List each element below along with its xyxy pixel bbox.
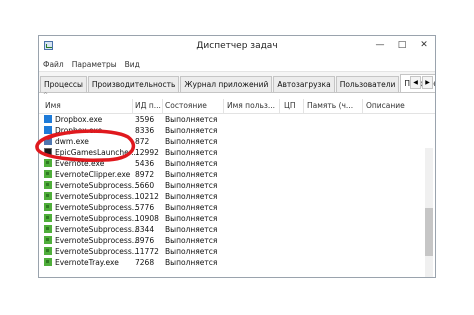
process-pid: 7268	[135, 258, 155, 267]
process-row[interactable]: Dropbox.exe 3596 Выполняется	[39, 114, 435, 125]
process-pid: 872	[135, 137, 150, 146]
process-row[interactable]: EvernoteSubprocess.... 8344 Выполняется	[39, 224, 435, 235]
column-header-pid[interactable]: ИД п...	[135, 101, 163, 110]
process-status: Выполняется	[165, 181, 218, 190]
dwm-icon	[44, 137, 52, 145]
column-header-name[interactable]: Имя	[45, 101, 125, 110]
tab-scroll-right-button[interactable]: ▶	[422, 76, 433, 89]
column-header-cpu[interactable]: ЦП	[284, 101, 304, 110]
tab-strip: Процессы Производительность Журнал прило…	[39, 72, 435, 93]
tab-performance[interactable]: Производительность	[87, 76, 180, 92]
title-bar: Диспетчер задач — □ ✕	[39, 36, 435, 57]
process-status: Выполняется	[165, 148, 218, 157]
evernote-icon	[44, 236, 52, 244]
process-name: dwm.exe	[55, 137, 89, 146]
process-name: EvernoteClipper.exe	[55, 170, 131, 179]
process-name: EvernoteSubprocess....	[55, 236, 139, 245]
maximize-button[interactable]: □	[391, 36, 413, 54]
column-header: Имя ИД п... Состояние Имя польз... ЦП Па…	[39, 99, 435, 114]
process-name: Dropbox.exe	[55, 115, 103, 124]
evernote-icon	[44, 192, 52, 200]
process-pid: 12992	[135, 148, 159, 157]
evernote-icon	[44, 203, 52, 211]
process-row[interactable]: EvernoteSubprocess.... 11772 Выполняется	[39, 246, 435, 257]
process-name: Evernote.exe	[55, 159, 105, 168]
evernote-icon	[44, 159, 52, 167]
process-status: Выполняется	[165, 258, 218, 267]
menu-file[interactable]: Файл	[43, 60, 64, 69]
process-name: EvernoteSubprocess....	[55, 203, 139, 212]
evernote-icon	[44, 247, 52, 255]
process-row[interactable]: EvernoteClipper.exe 8972 Выполняется	[39, 169, 435, 180]
process-name: EvernoteSubprocess....	[55, 214, 139, 223]
process-status: Выполняется	[165, 225, 218, 234]
process-status: Выполняется	[165, 115, 218, 124]
process-name: Dropbox.exe	[55, 126, 103, 135]
vertical-scrollbar[interactable]	[425, 148, 433, 277]
column-header-memory[interactable]: Память (ч...	[307, 101, 357, 110]
process-name: EvernoteSubprocess....	[55, 247, 139, 256]
process-row[interactable]: Dropbox.exe 8336 Выполняется	[39, 125, 435, 136]
process-pid: 8336	[135, 126, 155, 135]
process-name: EpicGamesLauncher...	[55, 148, 139, 157]
process-row[interactable]: EvernoteSubprocess.... 8976 Выполняется	[39, 235, 435, 246]
process-pid: 8344	[135, 225, 155, 234]
process-pid: 5776	[135, 203, 155, 212]
menu-bar: Файл Параметры Вид	[39, 57, 435, 72]
process-row[interactable]: Evernote.exe 5436 Выполняется	[39, 158, 435, 169]
process-name: EvernoteSubprocess....	[55, 225, 139, 234]
process-status: Выполняется	[165, 214, 218, 223]
process-pid: 8972	[135, 170, 155, 179]
process-pid: 5436	[135, 159, 155, 168]
process-pid: 8976	[135, 236, 155, 245]
process-status: Выполняется	[165, 247, 218, 256]
process-status: Выполняется	[165, 137, 218, 146]
epic-games-icon	[44, 148, 52, 156]
minimize-button[interactable]: —	[369, 36, 391, 54]
column-header-user[interactable]: Имя польз...	[227, 101, 277, 110]
process-pid: 10908	[135, 214, 159, 223]
tab-app-history[interactable]: Журнал приложений	[180, 76, 273, 92]
evernote-icon	[44, 181, 52, 189]
process-list: Dropbox.exe 3596 Выполняется Dropbox.exe 833…	[39, 114, 435, 268]
scrollbar-thumb[interactable]	[425, 208, 433, 256]
process-pid: 10212	[135, 192, 159, 201]
dropbox-icon	[44, 126, 52, 134]
tab-processes[interactable]: Процессы	[40, 76, 87, 92]
process-name: EvernoteTray.exe	[55, 258, 119, 267]
column-header-status[interactable]: Состояние	[165, 101, 221, 110]
process-status: Выполняется	[165, 126, 218, 135]
process-status: Выполняется	[165, 203, 218, 212]
tab-scroll-left-button[interactable]: ◀	[410, 76, 421, 89]
process-status: Выполняется	[165, 170, 218, 179]
task-manager-window: Диспетчер задач — □ ✕ Файл Параметры Вид…	[38, 35, 436, 278]
evernote-icon	[44, 225, 52, 233]
tab-startup[interactable]: Автозагрузка	[273, 76, 335, 92]
column-header-description[interactable]: Описание	[366, 101, 421, 110]
dropbox-icon	[44, 115, 52, 123]
process-row[interactable]: EvernoteSubprocess.... 5776 Выполняется	[39, 202, 435, 213]
evernote-icon	[44, 170, 52, 178]
close-button[interactable]: ✕	[413, 36, 435, 54]
process-row[interactable]: EvernoteSubprocess.... 10908 Выполняется	[39, 213, 435, 224]
process-row[interactable]: EvernoteSubprocess.... 10212 Выполняется	[39, 191, 435, 202]
process-name: EvernoteSubprocess....	[55, 181, 139, 190]
menu-view[interactable]: Вид	[125, 60, 140, 69]
process-row[interactable]: EvernoteSubprocess.... 5660 Выполняется	[39, 180, 435, 191]
menu-options[interactable]: Параметры	[72, 60, 117, 69]
process-pid: 5660	[135, 181, 155, 190]
process-name: EvernoteSubprocess....	[55, 192, 139, 201]
process-row[interactable]: EvernoteTray.exe 7268 Выполняется	[39, 257, 435, 268]
process-status: Выполняется	[165, 159, 218, 168]
process-pid: 11772	[135, 247, 159, 256]
evernote-icon	[44, 214, 52, 222]
process-status: Выполняется	[165, 192, 218, 201]
process-row[interactable]: EpicGamesLauncher... 12992 Выполняется	[39, 147, 435, 158]
process-row[interactable]: dwm.exe 872 Выполняется	[39, 136, 435, 147]
tab-users[interactable]: Пользователи	[335, 76, 400, 92]
evernote-icon	[44, 258, 52, 266]
process-status: Выполняется	[165, 236, 218, 245]
process-pid: 3596	[135, 115, 155, 124]
